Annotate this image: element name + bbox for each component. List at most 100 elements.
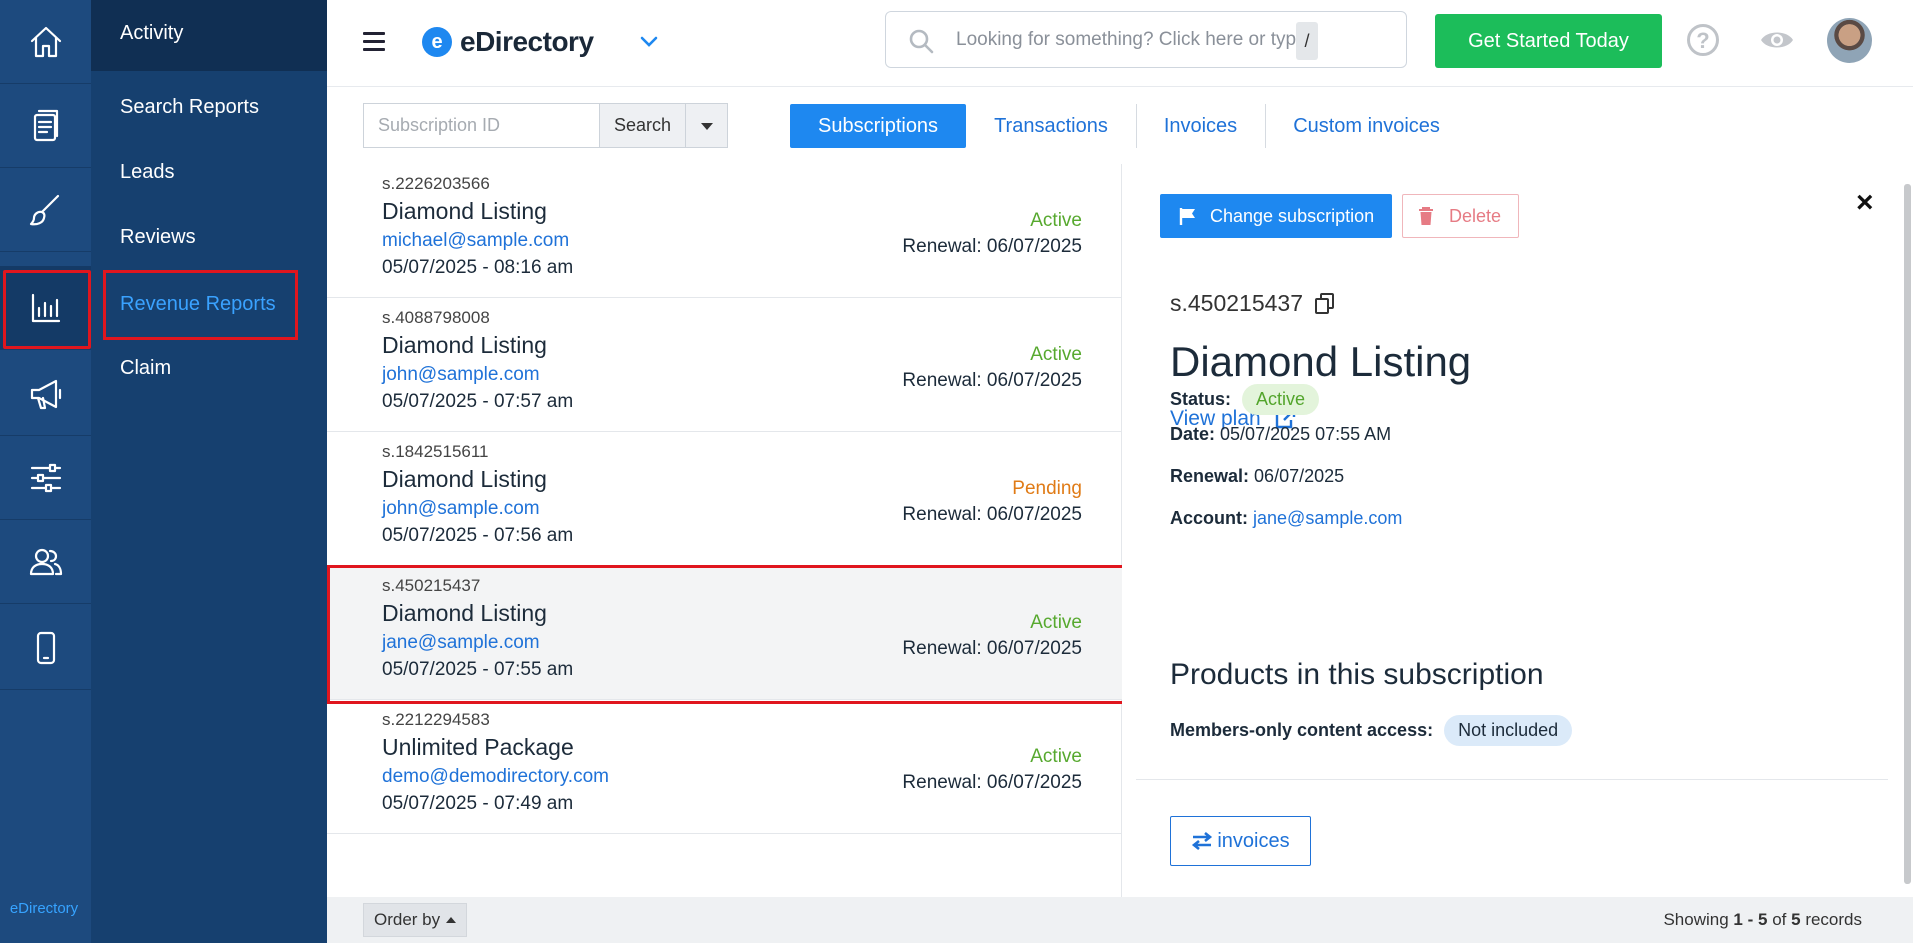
status-badge: Active xyxy=(1030,344,1082,365)
renewal-date: Renewal: 06/07/2025 xyxy=(902,236,1082,257)
status-label: Status: xyxy=(1170,389,1232,409)
mobile-icon xyxy=(36,631,55,664)
plan-name: Unlimited Package xyxy=(382,734,574,760)
users-nav-button[interactable] xyxy=(0,520,91,604)
logo-text: eDirectory xyxy=(460,26,594,57)
search-icon xyxy=(909,29,934,54)
order-by-button[interactable]: Order by xyxy=(363,903,468,937)
exchange-icon xyxy=(1192,832,1213,850)
list-footer: Order by Showing 1 - 5 of 5 records xyxy=(327,897,1913,943)
account-email[interactable]: michael@sample.com xyxy=(382,230,569,252)
created-date: 05/07/2025 - 07:56 am xyxy=(382,525,574,546)
list-item[interactable]: s.1842515611 Diamond Listing john@sample… xyxy=(327,432,1122,566)
delete-button[interactable]: Delete xyxy=(1402,194,1519,238)
flag-icon xyxy=(1179,208,1195,225)
account-field: Account: jane@sample.com xyxy=(1170,508,1402,529)
document-icon xyxy=(33,109,58,141)
help-icon[interactable]: ? xyxy=(1687,24,1719,56)
get-started-button[interactable]: Get Started Today xyxy=(1435,14,1662,68)
search-shortcut-key: / xyxy=(1296,22,1318,60)
mobile-nav-button[interactable] xyxy=(0,606,91,690)
account-link[interactable]: jane@sample.com xyxy=(1253,508,1402,528)
renewal-date: Renewal: 06/07/2025 xyxy=(902,772,1082,793)
megaphone-icon xyxy=(30,379,61,409)
close-icon[interactable]: × xyxy=(1856,186,1874,220)
scrollbar[interactable] xyxy=(1904,184,1911,884)
status-field: Status: Active xyxy=(1170,384,1320,415)
status-badge: Active xyxy=(1242,384,1320,415)
menu-toggle-icon[interactable] xyxy=(363,32,385,56)
renewal-date: Renewal: 06/07/2025 xyxy=(902,370,1082,391)
members-field: Members-only content access: Not include… xyxy=(1170,715,1573,746)
status-badge: Active xyxy=(1030,210,1082,231)
app-logo[interactable]: e eDirectory xyxy=(422,26,594,58)
copy-icon[interactable] xyxy=(1315,292,1335,315)
list-item[interactable]: s.4088798008 Diamond Listing john@sample… xyxy=(327,298,1122,432)
promote-nav-button[interactable] xyxy=(0,352,91,436)
subscription-id: s.2226203566 xyxy=(382,174,490,193)
list-item[interactable]: s.2212294583 Unlimited Package demo@demo… xyxy=(327,700,1122,834)
avatar[interactable] xyxy=(1827,18,1872,63)
date-value: 05/07/2025 07:55 AM xyxy=(1220,424,1392,444)
members-value-badge: Not included xyxy=(1444,715,1573,746)
logo-badge-icon: e xyxy=(422,27,452,57)
showing-prefix: Showing xyxy=(1663,910,1729,929)
account-email[interactable]: john@sample.com xyxy=(382,498,540,520)
tab-subscriptions[interactable]: Subscriptions xyxy=(790,104,967,148)
eye-icon[interactable] xyxy=(1759,28,1795,52)
showing-range: 1 - 5 xyxy=(1733,910,1768,929)
created-date: 05/07/2025 - 07:49 am xyxy=(382,793,574,814)
tab-transactions[interactable]: Transactions xyxy=(966,104,1136,148)
submenu-item-activity[interactable]: Activity xyxy=(120,22,183,45)
date-field: Date: 05/07/2025 07:55 AM xyxy=(1170,424,1391,445)
design-nav-button[interactable] xyxy=(0,168,91,252)
submenu-item-search-reports[interactable]: Search Reports xyxy=(120,96,259,119)
submenu-item-reviews[interactable]: Reviews xyxy=(120,226,196,249)
account-label: Account: xyxy=(1170,508,1248,528)
renewal-value: 06/07/2025 xyxy=(1254,466,1345,486)
home-nav-button[interactable] xyxy=(0,0,91,84)
status-badge: Pending xyxy=(1012,478,1082,499)
detail-plan-name: Diamond Listing xyxy=(1170,338,1472,385)
settings-nav-button[interactable] xyxy=(0,436,91,520)
subscriptions-toolbar: Search Subscriptions Transactions Invoic… xyxy=(327,87,1913,164)
account-email[interactable]: john@sample.com xyxy=(382,364,540,386)
reports-nav-button[interactable] xyxy=(0,266,91,350)
brush-icon xyxy=(29,194,59,225)
subscription-id-input[interactable] xyxy=(363,103,600,148)
search-input[interactable] xyxy=(956,26,1296,54)
tab-custom-invoices[interactable]: Custom invoices xyxy=(1265,104,1468,148)
renewal-label: Renewal: xyxy=(1170,466,1250,486)
created-date: 05/07/2025 - 08:16 am xyxy=(382,257,574,278)
submenu-item-leads[interactable]: Leads xyxy=(120,161,175,184)
account-email[interactable]: demo@demodirectory.com xyxy=(382,766,609,788)
divider xyxy=(1136,779,1888,780)
top-header: e eDirectory / Get Started Today ? xyxy=(327,0,1913,87)
members-label: Members-only content access: xyxy=(1170,720,1434,740)
subscription-id: s.4088798008 xyxy=(382,308,490,327)
submenu-item-claim[interactable]: Claim xyxy=(120,357,171,380)
subscription-list: s.2226203566 Diamond Listing michael@sam… xyxy=(327,164,1122,897)
status-badge: Active xyxy=(1030,746,1082,767)
detail-subscription-id: s.450215437 xyxy=(1170,290,1335,317)
report-tabs: Subscriptions Transactions Invoices Cust… xyxy=(790,104,1468,148)
content-nav-button[interactable] xyxy=(0,84,91,168)
search-button[interactable]: Search xyxy=(599,103,686,148)
global-search[interactable]: / xyxy=(885,11,1407,68)
date-label: Date: xyxy=(1170,424,1216,444)
chevron-down-icon[interactable] xyxy=(638,30,660,52)
subscription-id: s.1842515611 xyxy=(382,442,489,461)
plan-name: Diamond Listing xyxy=(382,332,547,358)
delete-label: Delete xyxy=(1449,205,1502,226)
tab-invoices[interactable]: Invoices xyxy=(1135,104,1265,148)
renewal-field: Renewal: 06/07/2025 xyxy=(1170,466,1344,487)
invoices-button[interactable]: invoices xyxy=(1170,816,1311,866)
search-dropdown-button[interactable] xyxy=(685,103,728,148)
invoices-label: invoices xyxy=(1217,829,1290,852)
plan-name: Diamond Listing xyxy=(382,466,547,492)
renewal-date: Renewal: 06/07/2025 xyxy=(902,504,1082,525)
highlight-box xyxy=(103,270,298,340)
list-item[interactable]: s.2226203566 Diamond Listing michael@sam… xyxy=(327,164,1122,298)
change-subscription-button[interactable]: Change subscription xyxy=(1160,194,1392,238)
users-icon xyxy=(29,548,62,575)
